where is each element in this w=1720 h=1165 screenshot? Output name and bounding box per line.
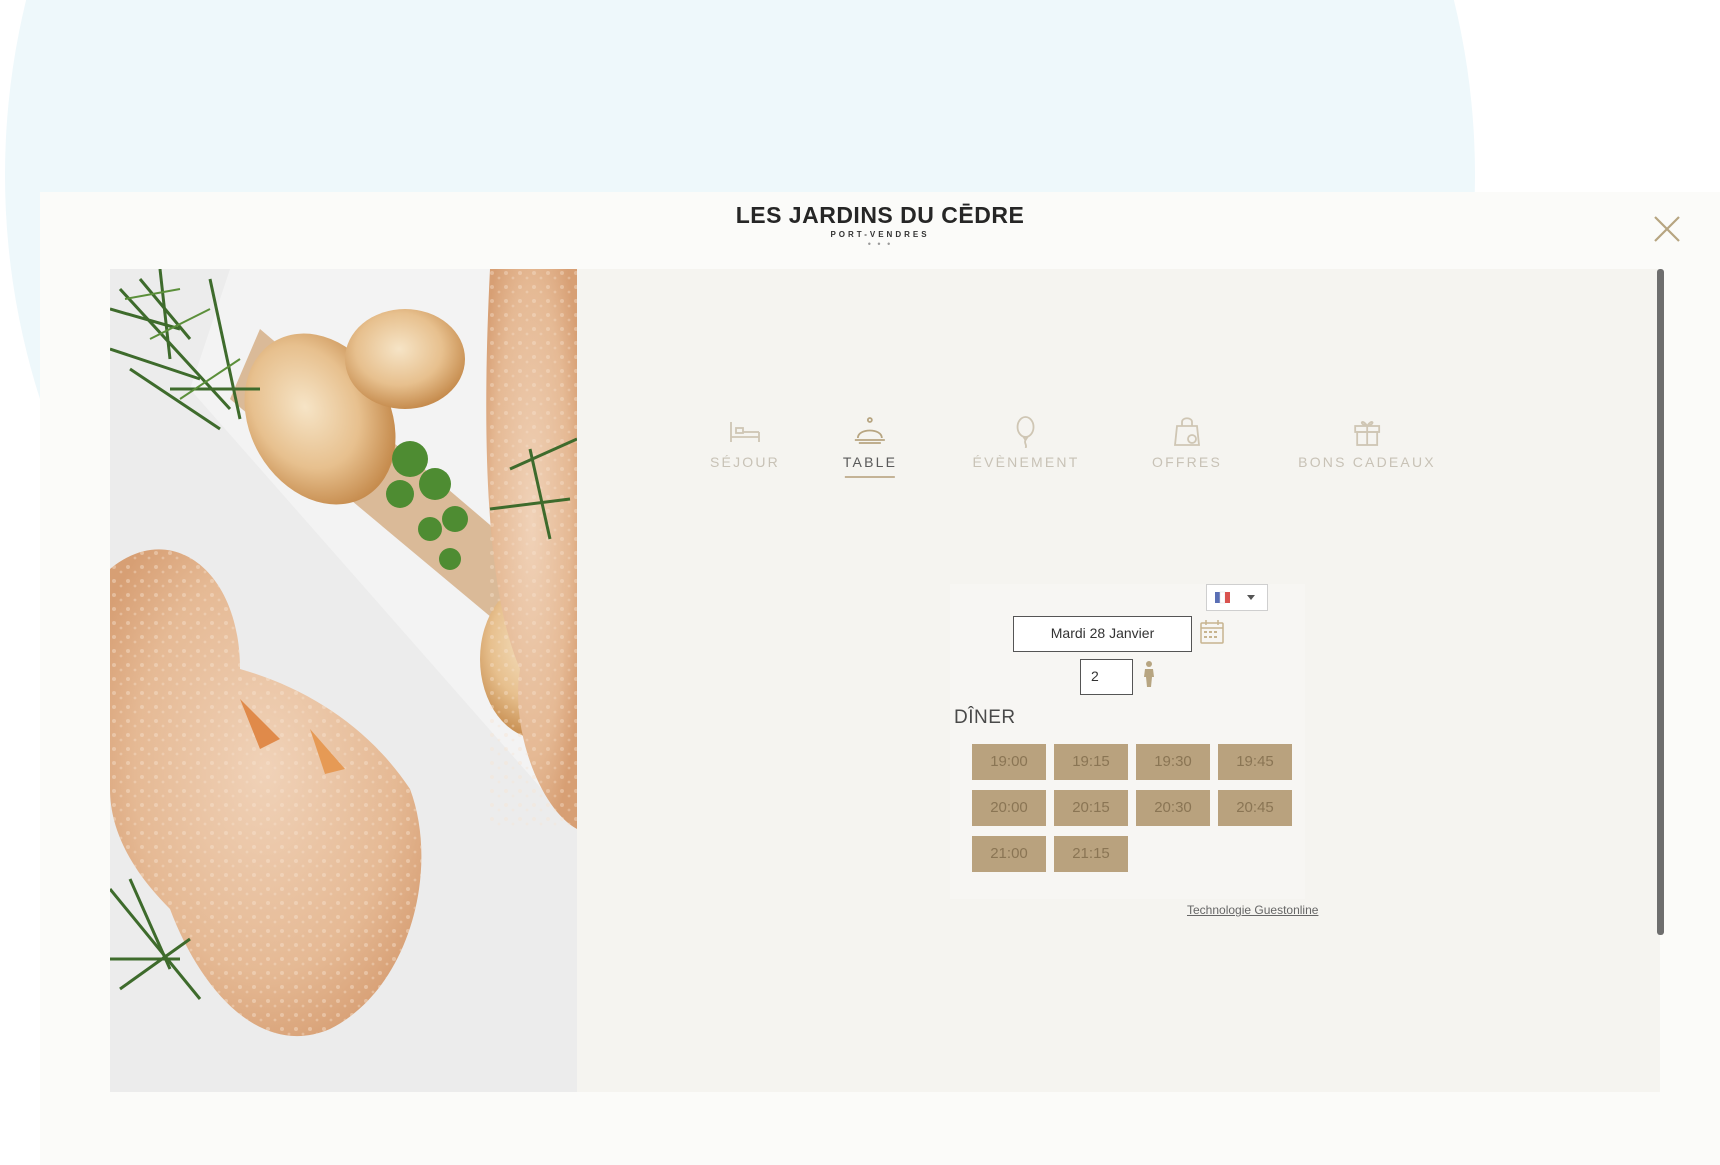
time-slot-button[interactable]: 21:15	[1054, 836, 1128, 872]
modal-header: LES JARDINS DU CĒDRE PORT-VENDRES • • •	[40, 192, 1720, 270]
bed-icon	[730, 422, 760, 442]
close-button[interactable]	[1650, 212, 1684, 246]
active-tab-underline	[845, 476, 895, 478]
nav-label: OFFRES	[1152, 454, 1222, 470]
brand-location: PORT-VENDRES	[830, 230, 930, 239]
nav-label: ÉVÈNEMENT	[972, 454, 1080, 470]
booking-modal: LES JARDINS DU CĒDRE PORT-VENDRES • • •	[40, 192, 1720, 1165]
close-icon	[1654, 216, 1680, 242]
time-slot-button[interactable]: 20:00	[972, 790, 1046, 826]
guests-field[interactable]: 2	[1080, 659, 1133, 695]
nav-item-evenement[interactable]: ÉVÈNEMENT	[973, 414, 1080, 470]
nav-label: BONS CADEAUX	[1298, 454, 1436, 470]
brand-dots: • • •	[867, 239, 893, 249]
cloche-icon	[855, 417, 885, 444]
person-icon	[1144, 661, 1154, 687]
brand-logo: LES JARDINS DU CĒDRE PORT-VENDRES • • •	[40, 202, 1720, 249]
service-title: DÎNER	[954, 707, 1016, 728]
date-field[interactable]: Mardi 28 Janvier	[1013, 616, 1192, 652]
food-photo	[110, 269, 577, 1092]
nav-label: TABLE	[842, 454, 898, 470]
fr-flag-icon	[1215, 591, 1255, 604]
time-slot-button[interactable]: 19:30	[1136, 744, 1210, 780]
time-slot-button[interactable]: 20:45	[1218, 790, 1292, 826]
nav-item-bons-cadeaux[interactable]: BONS CADEAUX	[1298, 414, 1436, 470]
time-slot-button[interactable]: 19:15	[1054, 744, 1128, 780]
time-slot-button[interactable]: 21:00	[972, 836, 1046, 872]
gift-icon	[1354, 421, 1380, 446]
scallops-illustration	[110, 269, 577, 1092]
balloon-icon	[1017, 416, 1035, 448]
brand-name: LES JARDINS DU CĒDRE	[735, 202, 1025, 228]
time-slot-button[interactable]: 19:00	[972, 744, 1046, 780]
nav-item-offres[interactable]: OFFRES	[1152, 414, 1222, 470]
language-select[interactable]	[1206, 584, 1268, 611]
nav-item-table[interactable]: TABLE	[843, 414, 897, 478]
category-nav: SÉJOUR TABLE ÉVÈNEMENT OFFRES BONS CADEA…	[577, 414, 1660, 494]
reservation-widget: Mardi 28 Janvier 2 DÎNER 19:00 19:15 19:…	[950, 584, 1305, 899]
time-slot-button[interactable]: 19:45	[1218, 744, 1292, 780]
powered-by-link[interactable]: Technologie Guestonline	[1187, 903, 1318, 917]
time-slot-button[interactable]: 20:30	[1136, 790, 1210, 826]
booking-panel: SÉJOUR TABLE ÉVÈNEMENT OFFRES BONS CADEA…	[577, 269, 1660, 1092]
time-slot-button[interactable]: 20:15	[1054, 790, 1128, 826]
chevron-down-icon	[1247, 595, 1255, 600]
nav-item-sejour[interactable]: SÉJOUR	[710, 414, 780, 470]
scrollbar[interactable]	[1657, 269, 1664, 935]
shopping-bag-icon	[1173, 417, 1200, 446]
calendar-icon	[1200, 620, 1224, 644]
nav-label: SÉJOUR	[710, 454, 780, 470]
calendar-button[interactable]	[1199, 618, 1225, 646]
